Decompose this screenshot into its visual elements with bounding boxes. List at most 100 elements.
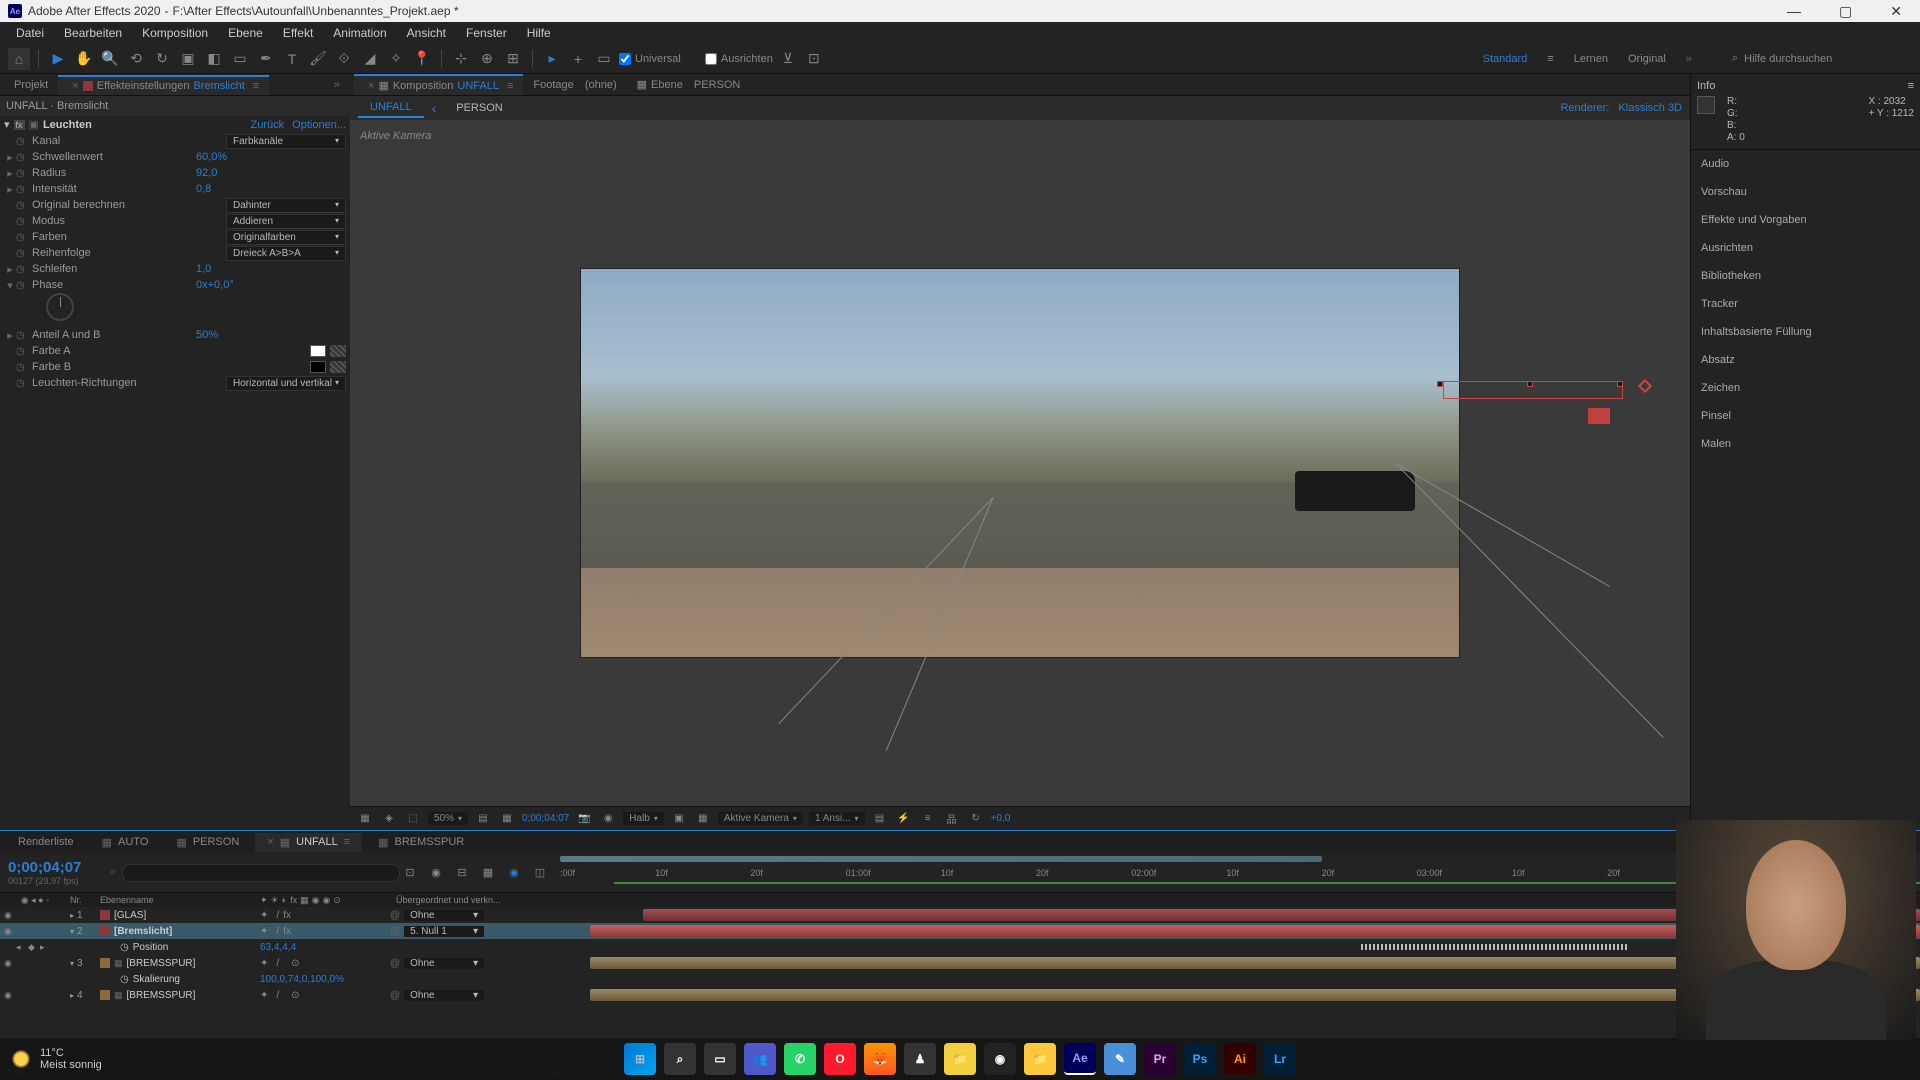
- grid-snap-icon[interactable]: ⊡: [803, 48, 825, 70]
- search-taskbar-icon[interactable]: ⌕: [664, 1043, 696, 1075]
- panel-menu-icon[interactable]: ≡: [1908, 80, 1914, 92]
- schleifen-value[interactable]: 1,0: [196, 263, 346, 275]
- stopwatch-icon[interactable]: ◷: [16, 200, 30, 211]
- workspace-lernen[interactable]: Lernen: [1574, 53, 1608, 65]
- stopwatch-icon[interactable]: ◷: [120, 942, 129, 953]
- pixel-aspect-icon[interactable]: ▤: [871, 810, 889, 828]
- panel-audio[interactable]: Audio: [1691, 150, 1920, 178]
- premiere-icon[interactable]: Pr: [1144, 1043, 1176, 1075]
- kanal-dropdown[interactable]: Farbkanäle: [226, 134, 346, 149]
- zoom-tool-icon[interactable]: 🔍: [99, 48, 121, 70]
- stopwatch-icon[interactable]: ◷: [16, 248, 30, 259]
- add-icon[interactable]: +: [567, 48, 589, 70]
- anteil-value[interactable]: 50%: [196, 329, 346, 341]
- roi-icon[interactable]: ▣: [670, 810, 688, 828]
- anchor-icon[interactable]: [1638, 379, 1652, 393]
- motion-blur-icon[interactable]: ◉: [504, 863, 524, 883]
- stopwatch-icon[interactable]: ◷: [16, 362, 30, 373]
- explorer-icon[interactable]: 📁: [1024, 1043, 1056, 1075]
- obs-icon[interactable]: ◉: [984, 1043, 1016, 1075]
- tl-tab-renderliste[interactable]: Renderliste: [6, 833, 86, 851]
- viewer-timecode[interactable]: 0;00;04;07: [522, 813, 569, 824]
- menu-ansicht[interactable]: Ansicht: [399, 24, 454, 42]
- transparency-icon[interactable]: ▦: [694, 810, 712, 828]
- panel-zeichen[interactable]: Zeichen: [1691, 374, 1920, 402]
- exposure-value[interactable]: +0,0: [991, 813, 1011, 824]
- aftereffects-icon[interactable]: Ae: [1064, 1043, 1096, 1075]
- photoshop-icon[interactable]: Ps: [1184, 1043, 1216, 1075]
- back-icon[interactable]: ‹: [432, 100, 437, 116]
- intensitaet-value[interactable]: 0,8: [196, 183, 346, 195]
- help-search[interactable]: ⌕ Hilfe durchsuchen: [1732, 52, 1912, 65]
- stopwatch-icon[interactable]: ◷: [16, 264, 30, 275]
- pen-tool-icon[interactable]: ✒: [255, 48, 277, 70]
- layer-color-icon[interactable]: [100, 926, 110, 936]
- richtungen-dropdown[interactable]: Horizontal und vertikal: [226, 376, 346, 391]
- panel-pinsel[interactable]: Pinsel: [1691, 402, 1920, 430]
- channel-icon[interactable]: ▤: [474, 810, 492, 828]
- puppet-tool-icon[interactable]: 📍: [411, 48, 433, 70]
- minimize-button[interactable]: —: [1777, 3, 1811, 20]
- panel-overflow-icon[interactable]: »: [328, 79, 346, 91]
- selection-tool-icon[interactable]: ▶: [47, 48, 69, 70]
- view-axis-icon[interactable]: ⊞: [502, 48, 524, 70]
- stopwatch-icon[interactable]: ◷: [16, 280, 30, 291]
- menu-effekt[interactable]: Effekt: [275, 24, 321, 42]
- layer-row[interactable]: ◉ ▾2 [Bremslicht] ✦/fx @5. Null 1▾: [0, 923, 1920, 939]
- original-dropdown[interactable]: Dahinter: [226, 198, 346, 213]
- eraser-tool-icon[interactable]: ◢: [359, 48, 381, 70]
- selection-bounds[interactable]: [1443, 381, 1623, 399]
- stopwatch-icon[interactable]: ◷: [16, 184, 30, 195]
- stopwatch-icon[interactable]: ◷: [16, 216, 30, 227]
- farbeB-swatch[interactable]: [310, 361, 326, 373]
- lightroom-icon[interactable]: Lr: [1264, 1043, 1296, 1075]
- menu-fenster[interactable]: Fenster: [458, 24, 515, 42]
- schwellenwert-value[interactable]: 60,0%: [196, 151, 346, 163]
- subtab-person[interactable]: PERSON: [444, 99, 514, 117]
- parent-pickwhip-icon[interactable]: @: [390, 926, 400, 937]
- stopwatch-icon[interactable]: ◷: [120, 974, 129, 985]
- stopwatch-icon[interactable]: ◷: [16, 378, 30, 389]
- panel-absatz[interactable]: Absatz: [1691, 346, 1920, 374]
- tab-projekt[interactable]: Projekt: [4, 76, 58, 94]
- layer-row[interactable]: ◉ ▸4 ▦[BREMSSPUR] ✦/⊙ @Ohne▾: [0, 987, 1920, 1003]
- stopwatch-icon[interactable]: ◷: [16, 232, 30, 243]
- timeline-timecode[interactable]: 0;00;04;07 00127 (29,97 fps): [0, 859, 110, 886]
- illustrator-icon[interactable]: Ai: [1224, 1043, 1256, 1075]
- parent-pickwhip-icon[interactable]: @: [390, 910, 400, 921]
- rotate-tool-icon[interactable]: ↻: [151, 48, 173, 70]
- menu-animation[interactable]: Animation: [325, 24, 394, 42]
- workspace-more-icon[interactable]: »: [1686, 53, 1692, 65]
- mask-icon[interactable]: ◈: [380, 810, 398, 828]
- resolution-dropdown[interactable]: Halb: [623, 812, 664, 825]
- clone-tool-icon[interactable]: ⟐: [333, 48, 355, 70]
- farbeA-swatch[interactable]: [310, 345, 326, 357]
- parent-dropdown[interactable]: Ohne▾: [404, 910, 484, 921]
- menu-datei[interactable]: Datei: [8, 24, 52, 42]
- maximize-button[interactable]: ▢: [1829, 3, 1862, 20]
- rect-icon[interactable]: ▭: [593, 48, 615, 70]
- 3d-icon[interactable]: ⬚: [404, 810, 422, 828]
- layer-color-icon[interactable]: [100, 990, 110, 1000]
- home-icon[interactable]: ⌂: [8, 48, 30, 70]
- app-icon[interactable]: ✎: [1104, 1043, 1136, 1075]
- alpha-icon[interactable]: ▦: [356, 810, 374, 828]
- eye-icon[interactable]: ◉: [4, 958, 14, 969]
- roto-tool-icon[interactable]: ✧: [385, 48, 407, 70]
- subtab-unfall[interactable]: UNFALL: [358, 98, 424, 118]
- frame-blend-icon[interactable]: ▦: [478, 863, 498, 883]
- parent-dropdown[interactable]: 5. Null 1▾: [404, 926, 484, 937]
- panel-bibliotheken[interactable]: Bibliotheken: [1691, 262, 1920, 290]
- layer-row[interactable]: ◉ ▸1 [GLAS] ✦/fx @Ohne▾: [0, 907, 1920, 923]
- local-axis-icon[interactable]: ⊹: [450, 48, 472, 70]
- stopwatch-icon[interactable]: ◷: [16, 330, 30, 341]
- menu-komposition[interactable]: Komposition: [134, 24, 216, 42]
- layer-property-row[interactable]: ◷Skalierung 100,0,74,0,100,0%: [0, 971, 1920, 987]
- stopwatch-icon[interactable]: ◷: [16, 152, 30, 163]
- panel-effekte[interactable]: Effekte und Vorgaben: [1691, 206, 1920, 234]
- zoom-dropdown[interactable]: 50%: [428, 812, 468, 825]
- start-icon[interactable]: ⊞: [624, 1043, 656, 1075]
- tl-tab-person[interactable]: ▦PERSON: [164, 833, 251, 852]
- show-snapshot-icon[interactable]: ◉: [599, 810, 617, 828]
- eye-icon[interactable]: ◉: [4, 926, 14, 937]
